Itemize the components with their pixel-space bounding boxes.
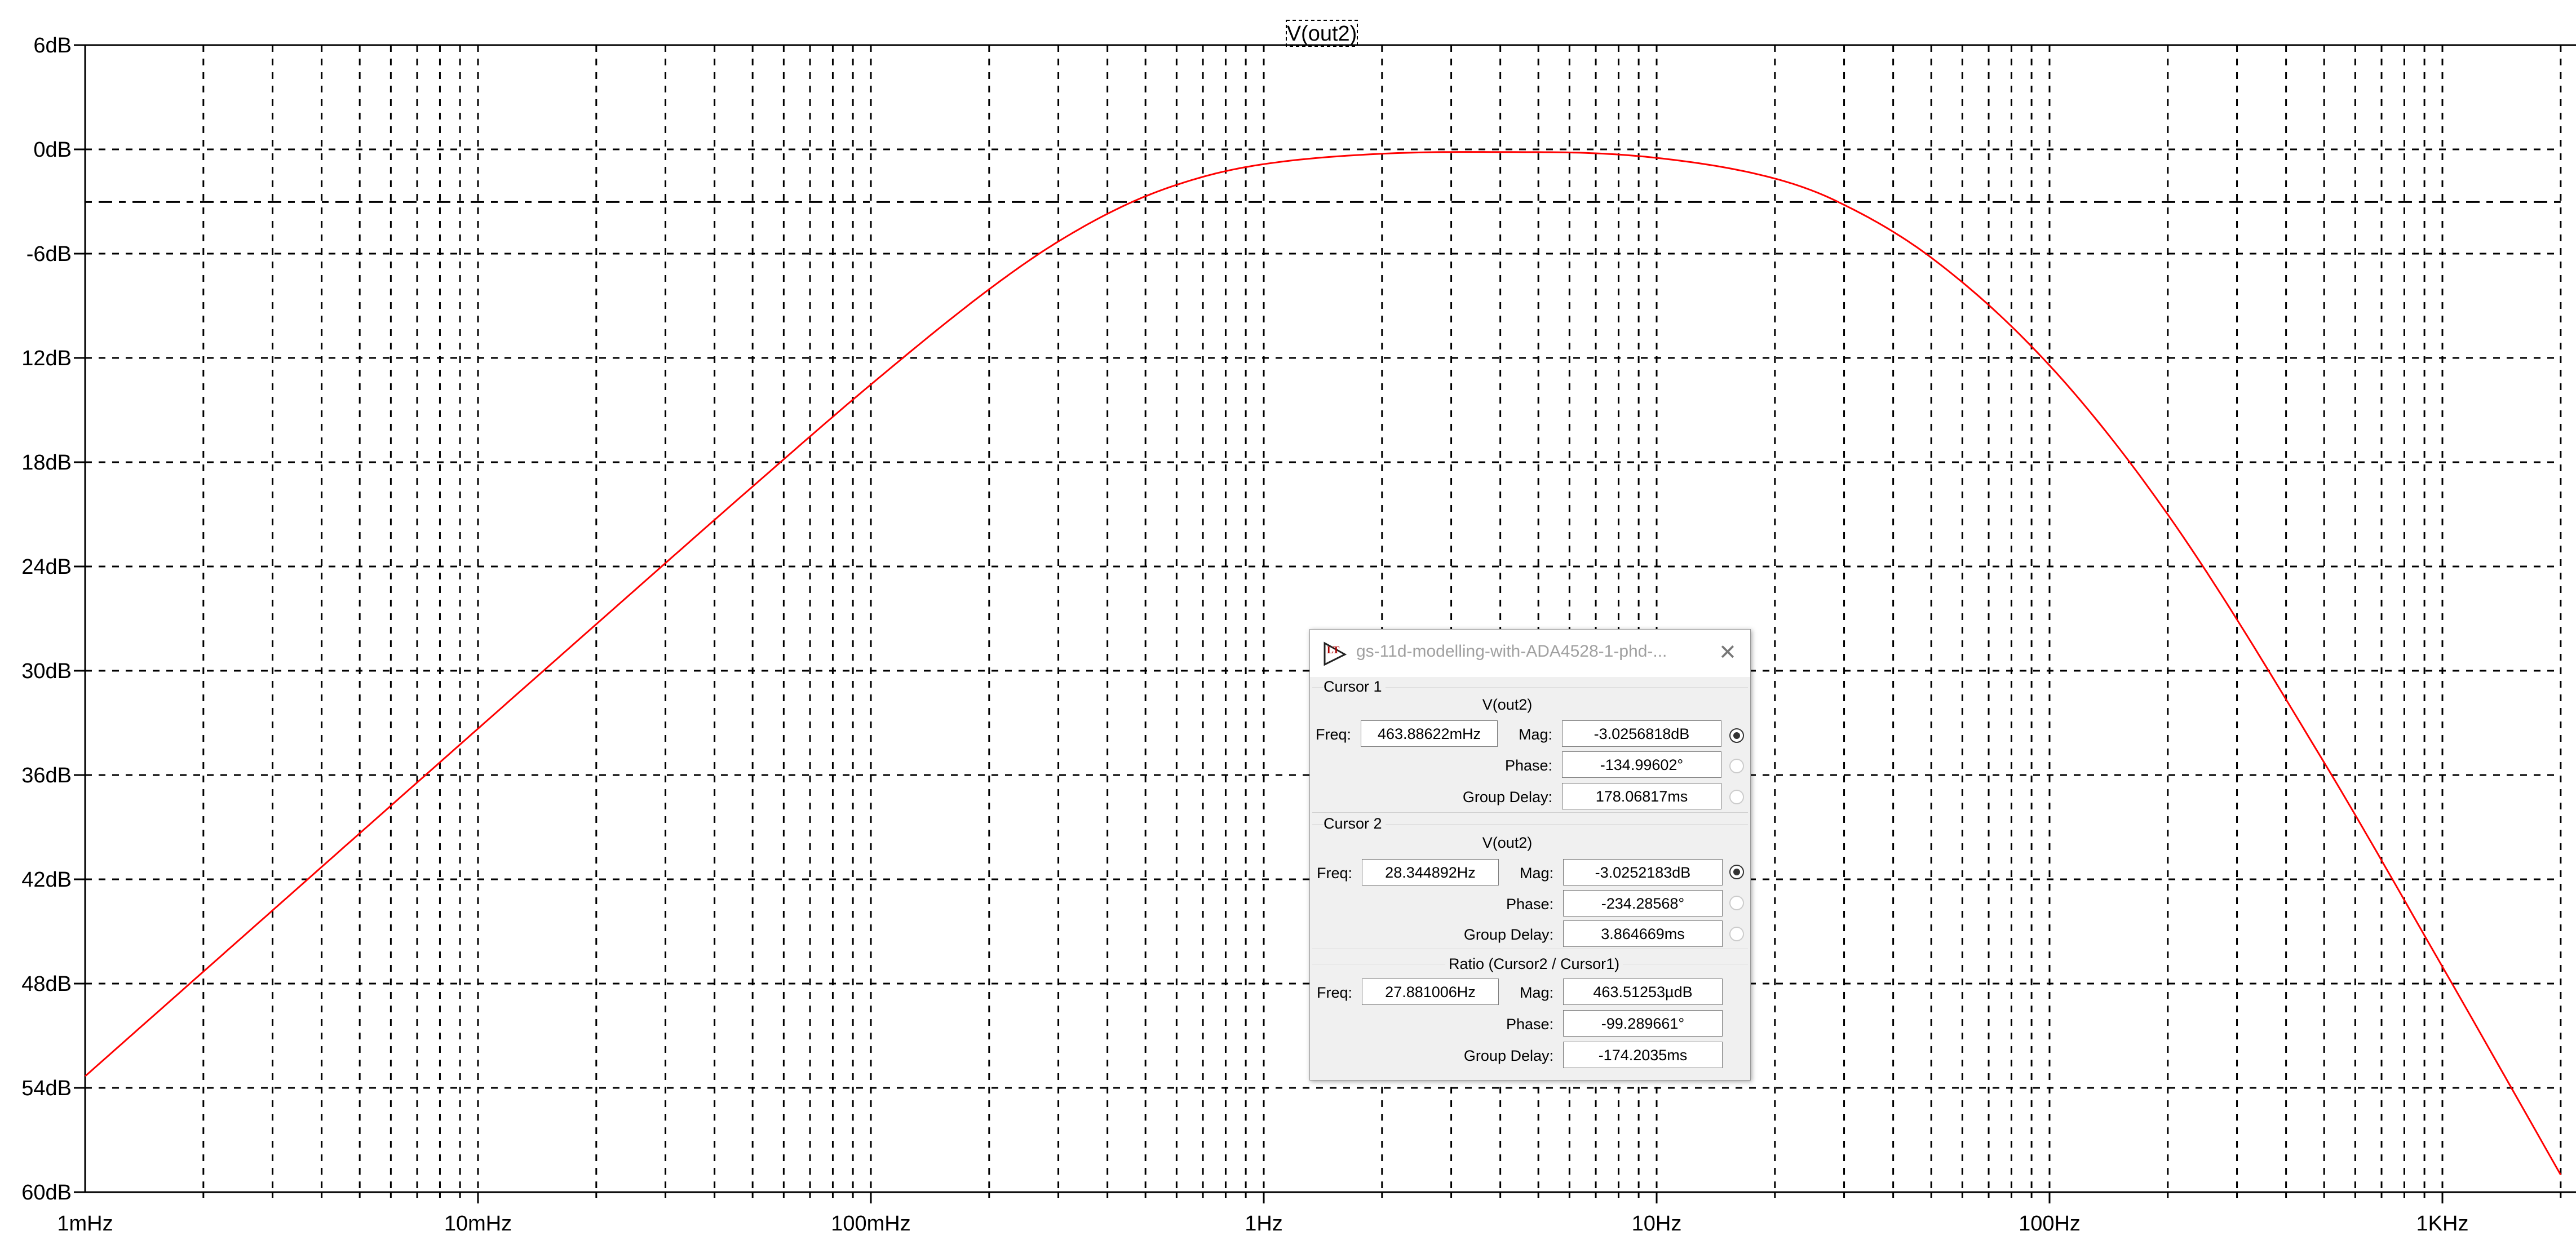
y-tick-label: 36dB (21, 764, 72, 787)
ltspice-logo-icon: LT (1324, 641, 1347, 666)
ratio-gd-field: -174.2035ms (1563, 1042, 1723, 1068)
dialog-titlebar[interactable]: LT gs-11d-modelling-with-ADA4528-1-phd-.… (1310, 630, 1750, 677)
divider (1312, 812, 1748, 813)
cursor1-mag-label: Mag: (1518, 726, 1552, 743)
x-tick-label: 10Hz (1632, 1212, 1682, 1236)
x-tick-label: 1mHz (57, 1212, 113, 1236)
cursor1-gd-radio[interactable] (1729, 790, 1744, 804)
cursor1-gd-field: 178.06817ms (1562, 783, 1721, 809)
y-tick-label: 48dB (21, 972, 72, 996)
ratio-gd-label: Group Delay: (1463, 1047, 1553, 1064)
x-tick-label: 100Hz (2019, 1212, 2081, 1236)
ratio-phase-field: -99.289661° (1563, 1010, 1723, 1037)
y-tick-label: -6dB (26, 242, 72, 266)
y-tick-label: 60dB (21, 1181, 72, 1205)
cursor2-signal: V(out2) (1482, 834, 1533, 851)
cursor1-signal: V(out2) (1482, 696, 1533, 713)
cursor2-phase-field: -234.28568° (1563, 890, 1723, 917)
cursor2-freq-label: Freq: (1317, 865, 1353, 882)
y-tick-label: 12dB (21, 347, 72, 370)
y-tick-label: 24dB (21, 555, 72, 579)
y-tick-label: 6dB (33, 34, 72, 57)
cursor2-freq-field[interactable]: 28.344892Hz (1362, 859, 1499, 886)
cursor1-group-label: Cursor 1 (1324, 678, 1386, 696)
ratio-phase-label: Phase: (1506, 1016, 1553, 1033)
dialog-title: gs-11d-modelling-with-ADA4528-1-phd-... (1356, 642, 1667, 661)
ratio-freq-field: 27.881006Hz (1362, 979, 1499, 1005)
x-tick-label: 1KHz (2416, 1212, 2469, 1236)
cursor2-gd-radio[interactable] (1729, 927, 1744, 941)
chart-title[interactable]: V(out2) (1287, 22, 1357, 46)
cursor1-phase-radio[interactable] (1729, 759, 1744, 773)
cursor1-freq-field[interactable]: 463.88622mHz (1361, 720, 1498, 747)
cursor2-mag-field: -3.0252183dB (1563, 859, 1723, 886)
y-tick-label: 18dB (21, 451, 72, 475)
y-tick-label: 0dB (33, 138, 72, 162)
cursor2-phase-radio[interactable] (1729, 896, 1744, 910)
cursor2-phase-label: Phase: (1506, 896, 1553, 913)
cursor2-gd-field: 3.864669ms (1563, 920, 1723, 947)
cursor1-mag-field: -3.0256818dB (1562, 720, 1721, 747)
ratio-freq-label: Freq: (1317, 984, 1353, 1001)
y-tick-label: 54dB (21, 1077, 72, 1100)
cursor2-group-label: Cursor 2 (1324, 815, 1386, 833)
x-tick-label: 10mHz (444, 1212, 512, 1236)
cursor2-gd-label: Group Delay: (1463, 926, 1553, 943)
ratio-group-label: Ratio (Cursor2 / Cursor1) (1445, 955, 1623, 973)
cursor2-mag-label: Mag: (1519, 865, 1553, 882)
cursor2-mag-radio[interactable] (1729, 865, 1744, 879)
cursor-dialog[interactable]: LT gs-11d-modelling-with-ADA4528-1-phd-.… (1309, 629, 1751, 1081)
ratio-mag-label: Mag: (1519, 984, 1553, 1001)
y-tick-label: 42dB (21, 868, 72, 892)
cursor1-phase-field: -134.99602° (1562, 751, 1721, 778)
close-icon[interactable]: ✕ (1719, 640, 1737, 665)
x-tick-label: 100mHz (831, 1212, 911, 1236)
cursor1-phase-label: Phase: (1504, 757, 1552, 774)
cursor1-gd-label: Group Delay: (1462, 789, 1552, 805)
cursor1-mag-radio[interactable] (1729, 728, 1744, 743)
cursor1-freq-label: Freq: (1316, 726, 1352, 743)
bode-plot[interactable]: 6dB 0dB -6dB 12dB 18dB 24dB 30dB 36dB 42dB 48dB 54… (0, 0, 2576, 1244)
x-tick-label: 1Hz (1245, 1212, 1283, 1236)
trace-title[interactable]: V(out2) (1286, 20, 1358, 47)
svg-text:LT: LT (1327, 644, 1339, 656)
y-tick-label: 30dB (21, 659, 72, 683)
ratio-mag-field: 463.51253µdB (1563, 979, 1723, 1005)
